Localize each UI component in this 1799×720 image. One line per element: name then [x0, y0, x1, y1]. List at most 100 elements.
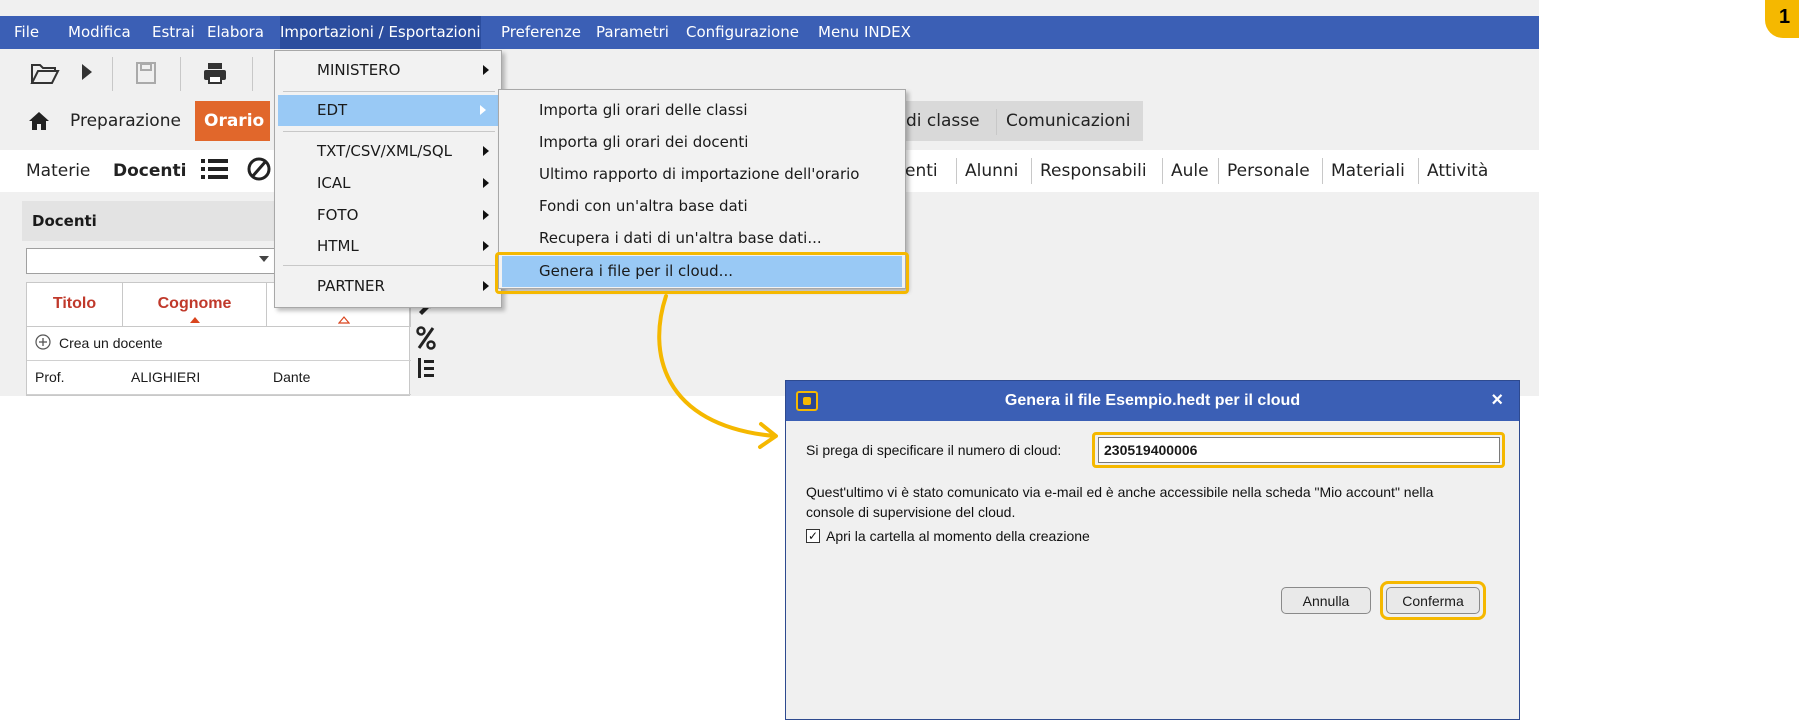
menu-separator [283, 131, 495, 132]
subtab-divider [1322, 158, 1323, 184]
menu-item-foto[interactable]: FOTO [275, 200, 501, 231]
panel-title: Docenti [32, 212, 97, 230]
subtab-alunni[interactable]: Alunni [965, 161, 1018, 181]
tab-comunicazioni[interactable]: Comunicazioni [1006, 101, 1130, 141]
submenu-arrow-icon [480, 105, 486, 115]
sort-ascending-icon [189, 317, 200, 323]
highlight-genera-cloud [495, 252, 909, 294]
tab-strip-right: di classe Comunicazioni [880, 101, 1143, 141]
menu-item-ical[interactable]: ICAL [275, 168, 501, 199]
menu-parametri[interactable]: Parametri [596, 23, 669, 41]
tab-preparazione[interactable]: Preparazione [70, 101, 181, 141]
menu-item-label: EDT [317, 101, 348, 119]
checkbox-label: Apri la cartella al momento della creazi… [826, 528, 1090, 544]
menu-item-txt-csv-xml-sql[interactable]: TXT/CSV/XML/SQL [275, 136, 501, 167]
menu-index[interactable]: Menu INDEX [818, 23, 911, 41]
play-icon[interactable] [80, 61, 94, 89]
menu-configurazione[interactable]: Configurazione [686, 23, 799, 41]
toolbar-divider [112, 57, 113, 91]
menu-item-label: Recupera i dati di un'altra base dati... [539, 229, 822, 247]
menu-item-importa-orari-docenti[interactable]: Importa gli orari dei docenti [499, 127, 905, 158]
subtab-divider [1031, 158, 1032, 184]
subtab-aule[interactable]: Aule [1171, 161, 1209, 181]
tab-divider [996, 109, 997, 135]
subtab-enti[interactable]: enti [905, 161, 938, 181]
percent-icon[interactable] [411, 326, 441, 356]
menu-preferenze[interactable]: Preferenze [501, 23, 581, 41]
dialog-title: Genera il file Esempio.hedt per il cloud [1004, 392, 1301, 409]
tab-orario[interactable]: Orario [195, 101, 270, 141]
step-badge: 1 [1765, 0, 1799, 38]
menu-item-ministero[interactable]: MINISTERO [275, 55, 501, 86]
subtab-materie[interactable]: Materie [26, 161, 90, 181]
menu-item-recupera-dati[interactable]: Recupera i dati di un'altra base dati... [499, 223, 905, 254]
subtab-divider [1162, 158, 1163, 184]
subtab-responsabili[interactable]: Responsabili [1040, 161, 1147, 181]
subtab-materiali[interactable]: Materiali [1331, 161, 1405, 181]
cell-cognome: ALIGHIERI [131, 369, 201, 385]
menu-separator [283, 91, 495, 92]
tab-di-classe[interactable]: di classe [906, 101, 980, 141]
step-number: 1 [1779, 6, 1791, 28]
menu-item-label: PARTNER [317, 277, 385, 295]
disable-icon[interactable] [246, 155, 272, 188]
menu-elabora[interactable]: Elabora [207, 23, 264, 41]
menu-estrai[interactable]: Estrai [152, 23, 195, 41]
create-docente-label: Crea un docente [59, 335, 163, 351]
subtab-divider [1218, 158, 1219, 184]
submenu-arrow-icon [483, 241, 489, 251]
filter-combobox[interactable] [26, 248, 276, 274]
columns-icon[interactable] [411, 356, 441, 386]
sort-indicator-icon [334, 316, 350, 324]
menu-item-importa-orari-classi[interactable]: Importa gli orari delle classi [499, 95, 905, 126]
submenu-arrow-icon [483, 178, 489, 188]
submenu-arrow-icon [483, 146, 489, 156]
menu-item-label: Importa gli orari dei docenti [539, 133, 749, 151]
home-icon[interactable] [28, 101, 50, 141]
menu-item-label: MINISTERO [317, 61, 401, 79]
confirm-button[interactable]: Conferma [1386, 587, 1480, 614]
menu-item-label: HTML [317, 237, 359, 255]
chevron-down-icon [259, 256, 269, 262]
menu-modifica[interactable]: Modifica [68, 23, 131, 41]
menu-item-label: Ultimo rapporto di importazione dell'ora… [539, 165, 860, 183]
menu-item-html[interactable]: HTML [275, 231, 501, 262]
toolbar-divider [252, 57, 253, 91]
open-folder-checkbox[interactable]: ✓ [806, 529, 820, 543]
subtab-divider [956, 158, 957, 184]
print-icon[interactable] [202, 61, 228, 91]
submenu-arrow-icon [483, 281, 489, 291]
menu-importazioni-esportazioni[interactable]: Importazioni / Esportazioni [280, 16, 481, 49]
cancel-button[interactable]: Annulla [1281, 587, 1371, 614]
cloud-number-input[interactable]: 230519400006 [1098, 437, 1500, 463]
menu-item-label: Importa gli orari delle classi [539, 101, 748, 119]
menu-item-partner[interactable]: PARTNER [275, 271, 501, 302]
info-text-line2: console di supervisione del cloud. [806, 504, 1016, 520]
menu-item-edt[interactable]: EDT [278, 95, 498, 126]
side-toolbar [411, 296, 441, 396]
menu-bar: File Modifica Estrai Elabora Importazion… [0, 16, 1539, 49]
menu-file[interactable]: File [14, 23, 39, 41]
cell-titolo: Prof. [35, 369, 65, 385]
column-header-cognome[interactable]: Cognome [123, 283, 267, 327]
menu-separator [283, 265, 495, 266]
cell-nome: Dante [273, 369, 311, 385]
create-docente-row[interactable]: Crea un docente [27, 327, 411, 361]
close-icon[interactable]: × [1491, 389, 1503, 412]
column-header-titolo[interactable]: Titolo [27, 283, 123, 327]
add-circle-icon [35, 334, 51, 353]
menu-item-label: TXT/CSV/XML/SQL [317, 142, 453, 160]
save-icon[interactable] [135, 61, 157, 91]
subtab-personale[interactable]: Personale [1227, 161, 1310, 181]
table-row[interactable]: Prof. ALIGHIERI Dante [27, 361, 411, 395]
menu-item-label: Fondi con un'altra base dati [539, 197, 748, 215]
open-folder-icon[interactable] [30, 61, 60, 91]
subtab-attivita[interactable]: Attività [1427, 161, 1488, 181]
submenu-arrow-icon [483, 210, 489, 220]
menu-item-label: ICAL [317, 174, 351, 192]
cloud-number-label: Si prega di specificare il numero di clo… [806, 442, 1062, 458]
menu-item-fondi-base-dati[interactable]: Fondi con un'altra base dati [499, 191, 905, 222]
list-icon[interactable] [200, 156, 230, 187]
menu-item-ultimo-rapporto[interactable]: Ultimo rapporto di importazione dell'ora… [499, 159, 905, 190]
subtab-docenti[interactable]: Docenti [113, 161, 186, 181]
